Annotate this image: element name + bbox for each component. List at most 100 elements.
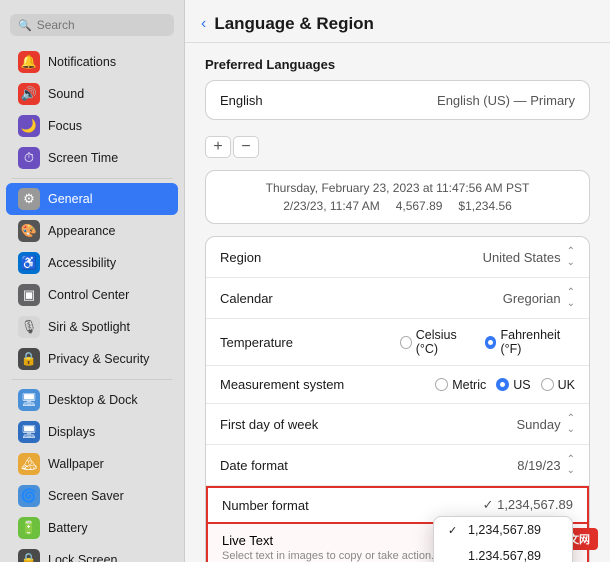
sidebar-icon-screentime: ⏱ <box>18 147 40 169</box>
sidebar-item-desktop[interactable]: 🖥 Desktop & Dock <box>6 384 178 416</box>
sidebar-label-sound: Sound <box>48 87 84 101</box>
sidebar-item-lockscreen[interactable]: 🔒 Lock Screen <box>6 544 178 562</box>
sidebar-item-general[interactable]: ⚙ General <box>6 183 178 215</box>
search-box[interactable]: 🔍 <box>10 14 174 36</box>
language-value: English (US) — Primary <box>400 93 575 108</box>
datetime-line1: Thursday, February 23, 2023 at 11:47:56 … <box>220 181 575 195</box>
sidebar-label-notifications: Notifications <box>48 55 116 69</box>
measurement-label: Measurement system <box>220 377 400 392</box>
sidebar-icon-lockscreen: 🔒 <box>18 549 40 562</box>
sidebar-icon-battery: 🔋 <box>18 517 40 539</box>
sidebar-item-privacy[interactable]: 🔒 Privacy & Security <box>6 343 178 375</box>
calendar-row[interactable]: Calendar Gregorian ⌃⌄ <box>206 278 589 319</box>
firstday-label: First day of week <box>220 417 400 432</box>
temp-option-0[interactable]: Celsius (°C) <box>400 328 475 356</box>
measure-radio-2[interactable] <box>541 378 554 391</box>
numberformat-option-1[interactable]: 1.234.567,89 <box>434 543 572 562</box>
sidebar-label-battery: Battery <box>48 521 88 535</box>
sidebar-label-lockscreen: Lock Screen <box>48 553 117 562</box>
remove-language-button[interactable]: − <box>233 136 259 158</box>
region-value: United States ⌃⌄ <box>400 246 575 268</box>
dateformat-row[interactable]: Date format 8/19/23 ⌃⌄ <box>206 445 589 486</box>
add-language-button[interactable]: + <box>205 136 231 158</box>
calendar-stepper[interactable]: ⌃⌄ <box>567 287 575 309</box>
sidebar-label-siri: Siri & Spotlight <box>48 320 130 334</box>
sidebar-item-siri[interactable]: 🎙 Siri & Spotlight <box>6 311 178 343</box>
temperature-row: Temperature Celsius (°C) Fahrenheit (°F) <box>206 319 589 366</box>
sidebar-label-accessibility: Accessibility <box>48 256 116 270</box>
sidebar-label-screensaver: Screen Saver <box>48 489 124 503</box>
sidebar-label-desktop: Desktop & Dock <box>48 393 138 407</box>
numberformat-dropdown-trigger[interactable]: ✓ 1,234,567.89 <box>483 497 573 513</box>
sidebar-icon-general: ⚙ <box>18 188 40 210</box>
measure-option-2[interactable]: UK <box>541 378 575 392</box>
numberformat-label: Number format <box>222 498 402 513</box>
sidebar-icon-notifications: 🔔 <box>18 51 40 73</box>
sidebar-icon-controlcenter: ▣ <box>18 284 40 306</box>
numberformat-option-0[interactable]: ✓ 1,234,567.89 <box>434 517 572 543</box>
region-row[interactable]: Region United States ⌃⌄ <box>206 237 589 278</box>
dateformat-value: 8/19/23 ⌃⌄ <box>400 454 575 476</box>
sidebar-label-general: General <box>48 192 92 206</box>
sidebar-item-accessibility[interactable]: ♿ Accessibility <box>6 247 178 279</box>
sidebar-item-screentime[interactable]: ⏱ Screen Time <box>6 142 178 174</box>
sidebar-icon-accessibility: ♿ <box>18 252 40 274</box>
temperature-options: Celsius (°C) Fahrenheit (°F) <box>400 328 575 356</box>
firstday-value: Sunday ⌃⌄ <box>400 413 575 435</box>
language-label: English <box>220 93 400 108</box>
preferred-languages-title: Preferred Languages <box>205 57 590 72</box>
measurement-options: Metric US UK <box>400 378 575 392</box>
dropdown-check-0: ✓ <box>448 524 462 537</box>
numberformat-dropdown: ✓ 1,234,567.89 1.234.567,89 1234 567,89 <box>433 516 573 562</box>
sidebar-item-notifications[interactable]: 🔔 Notifications <box>6 46 178 78</box>
sidebar-item-controlcenter[interactable]: ▣ Control Center <box>6 279 178 311</box>
region-stepper[interactable]: ⌃⌄ <box>567 246 575 268</box>
sidebar-item-wallpaper[interactable]: 🏔 Wallpaper <box>6 448 178 480</box>
measure-option-1[interactable]: US <box>496 378 530 392</box>
regional-settings-table: Region United States ⌃⌄ Calendar Gregori… <box>205 236 590 562</box>
temperature-label: Temperature <box>220 335 400 350</box>
firstday-stepper[interactable]: ⌃⌄ <box>567 413 575 435</box>
sidebar-item-displays[interactable]: 🖥 Displays <box>6 416 178 448</box>
calendar-label: Calendar <box>220 291 400 306</box>
search-icon: 🔍 <box>18 19 32 32</box>
sidebar-item-screensaver[interactable]: 🌀 Screen Saver <box>6 480 178 512</box>
livetext-label: Live Text <box>222 533 273 548</box>
datetime-samples: 2/23/23, 11:47 AM 4,567.89 $1,234.56 <box>220 199 575 213</box>
sidebar-label-privacy: Privacy & Security <box>48 352 149 366</box>
main-header: ‹ Language & Region <box>185 0 610 43</box>
temp-option-1[interactable]: Fahrenheit (°F) <box>485 328 575 356</box>
sidebar-label-screentime: Screen Time <box>48 151 118 165</box>
currency-sample: $1,234.56 <box>458 199 511 213</box>
sidebar-item-sound[interactable]: 🔊 Sound <box>6 78 178 110</box>
measurement-row: Measurement system Metric US UK <box>206 366 589 404</box>
sidebar-icon-desktop: 🖥 <box>18 389 40 411</box>
sidebar: 🔍 🔔 Notifications 🔊 Sound 🌙 Focus ⏱ Scre… <box>0 0 185 562</box>
numberformat-row[interactable]: Number format ✓ 1,234,567.89 ✓ 1,234,567… <box>206 486 589 524</box>
search-input[interactable] <box>37 18 166 32</box>
sidebar-icon-sound: 🔊 <box>18 83 40 105</box>
main-body: Preferred Languages English English (US)… <box>185 43 610 562</box>
temp-radio-1[interactable] <box>485 336 497 349</box>
sidebar-label-displays: Displays <box>48 425 95 439</box>
firstday-row[interactable]: First day of week Sunday ⌃⌄ <box>206 404 589 445</box>
sidebar-icon-privacy: 🔒 <box>18 348 40 370</box>
dateformat-stepper[interactable]: ⌃⌄ <box>567 454 575 476</box>
temp-radio-0[interactable] <box>400 336 412 349</box>
numberformat-value: ✓ 1,234,567.89 <box>402 497 573 513</box>
sidebar-label-controlcenter: Control Center <box>48 288 129 302</box>
sidebar-icon-siri: 🎙 <box>18 316 40 338</box>
sidebar-icon-displays: 🖥 <box>18 421 40 443</box>
sidebar-item-appearance[interactable]: 🎨 Appearance <box>6 215 178 247</box>
sidebar-item-battery[interactable]: 🔋 Battery <box>6 512 178 544</box>
sidebar-icon-wallpaper: 🏔 <box>18 453 40 475</box>
measure-option-0[interactable]: Metric <box>435 378 486 392</box>
measure-radio-0[interactable] <box>435 378 448 391</box>
sidebar-label-appearance: Appearance <box>48 224 115 238</box>
lang-plus-minus: + − <box>205 132 590 162</box>
measure-radio-1[interactable] <box>496 378 509 391</box>
back-button[interactable]: ‹ <box>201 15 206 33</box>
sidebar-item-focus[interactable]: 🌙 Focus <box>6 110 178 142</box>
calendar-value: Gregorian ⌃⌄ <box>400 287 575 309</box>
preferred-languages-table: English English (US) — Primary <box>205 80 590 120</box>
